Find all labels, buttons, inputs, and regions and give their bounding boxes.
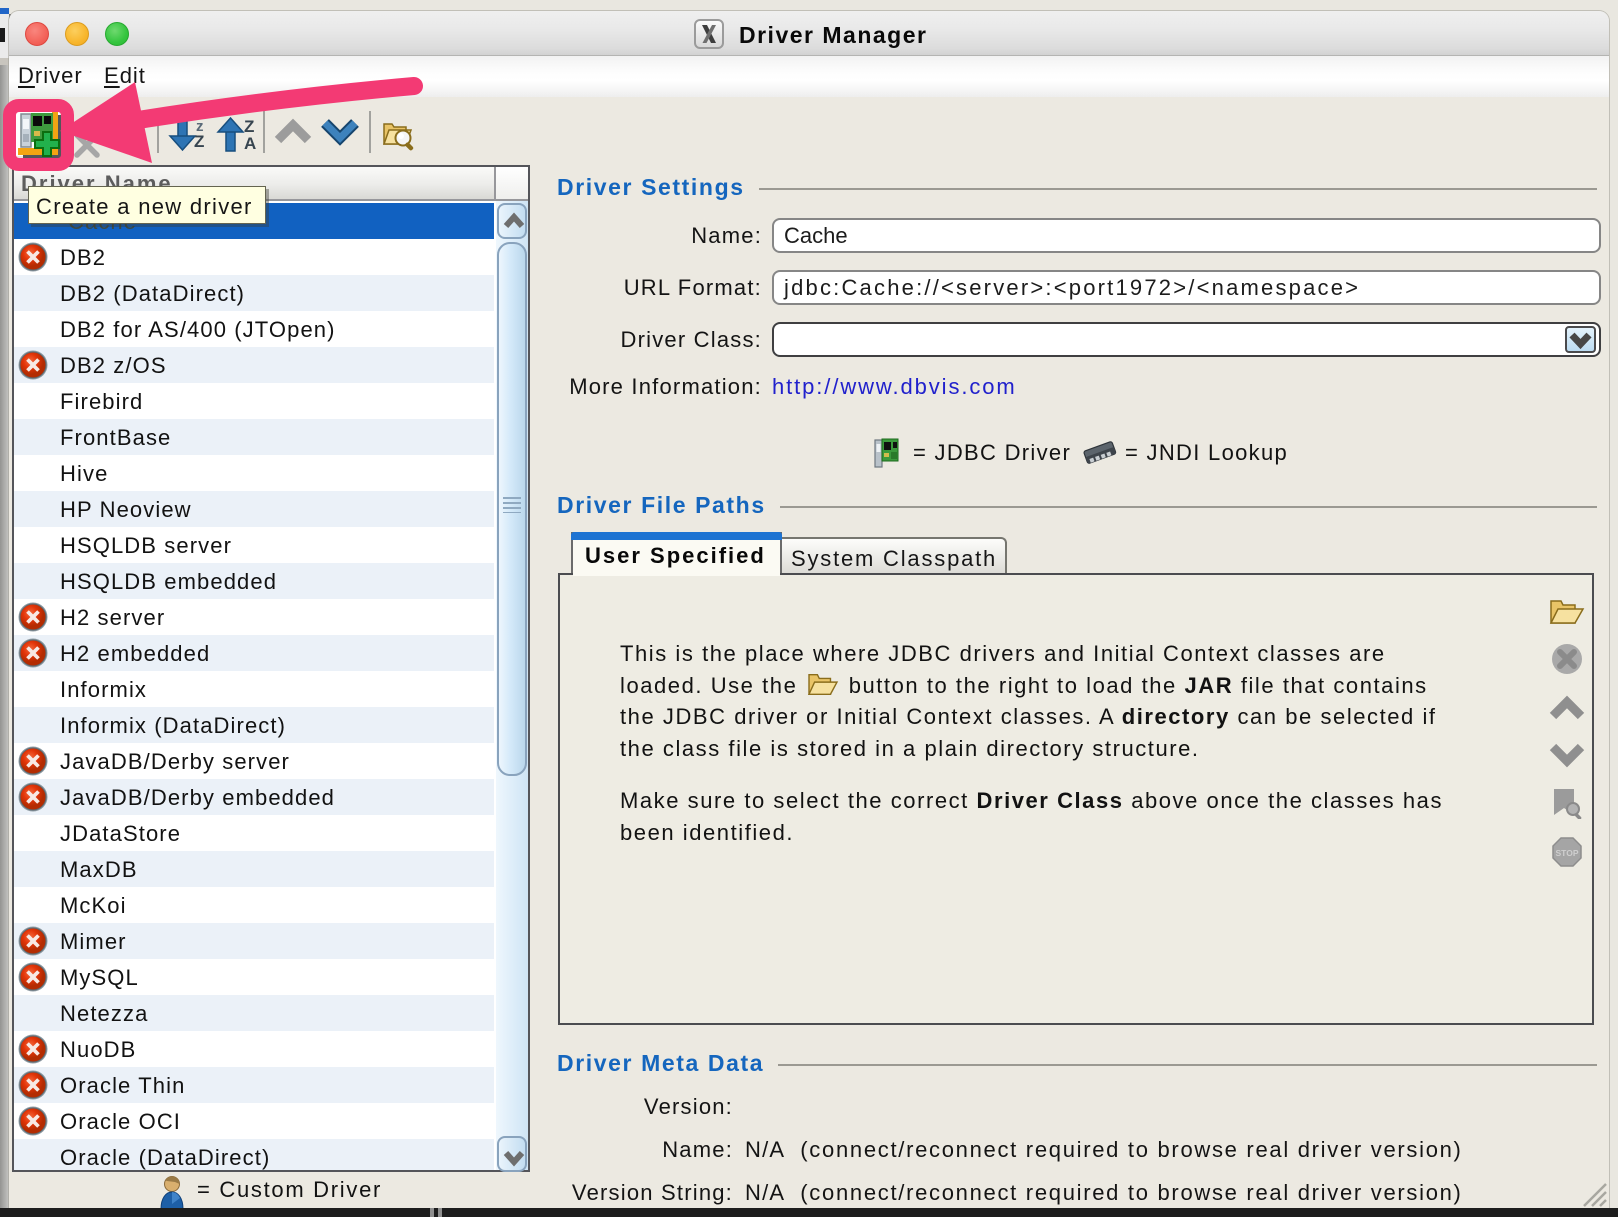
svg-text:STOP: STOP bbox=[1556, 848, 1579, 858]
